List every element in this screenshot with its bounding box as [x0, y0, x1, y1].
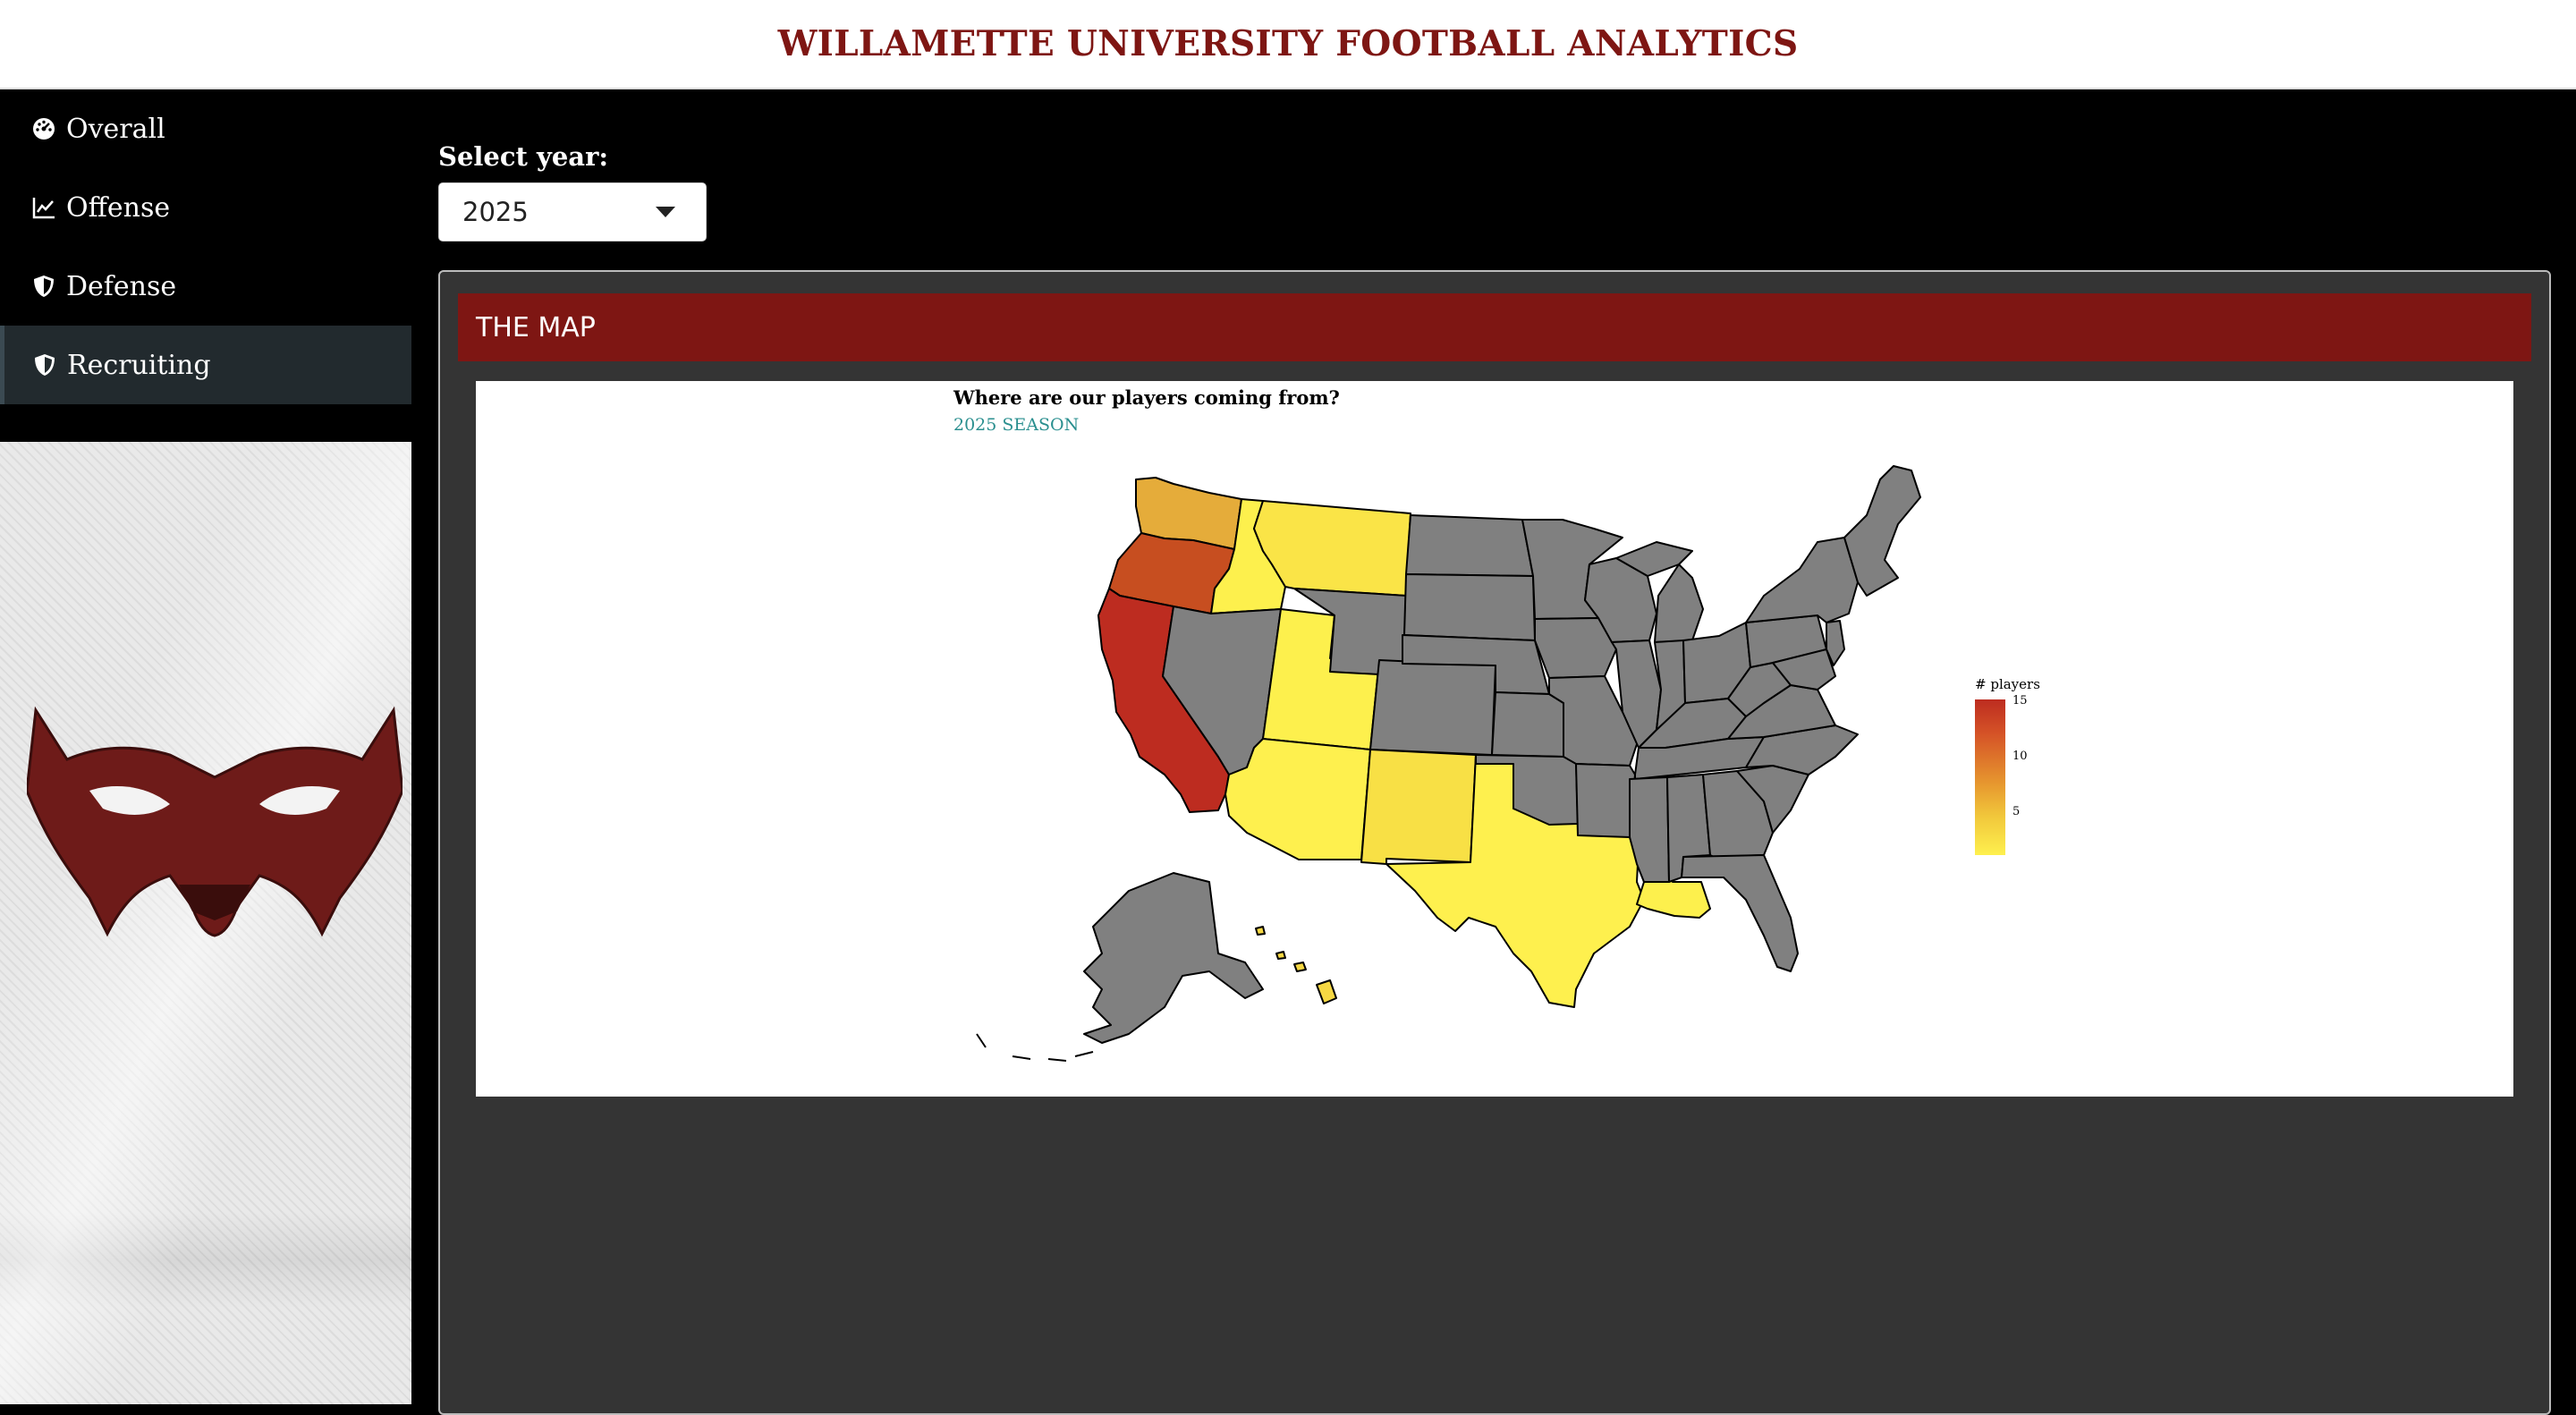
shield-icon [31, 352, 58, 378]
legend-tick-label: 15 [2012, 694, 2028, 708]
alaska-islands [976, 1033, 1094, 1062]
state-alaska [1083, 872, 1264, 1044]
app-header: WILLAMETTE UNIVERSITY FOOTBALL ANALYTICS [0, 0, 2576, 89]
legend-tick-label: 10 [2012, 750, 2028, 763]
legend-title: # players [1975, 676, 2040, 692]
state-north-dakota [1405, 514, 1534, 577]
year-select-value: 2025 [462, 197, 529, 227]
bearcat-logo [27, 706, 402, 937]
sidebar-item-label: Defense [66, 270, 177, 302]
sidebar-item-label: Recruiting [67, 349, 211, 381]
state-new-england [1843, 465, 1921, 597]
jersey-logo-image [0, 442, 411, 1404]
year-select[interactable]: 2025 [438, 182, 707, 241]
sidebar-item-overall[interactable]: Overall [0, 89, 411, 168]
gauge-icon [30, 115, 57, 142]
state-new-mexico [1360, 749, 1477, 865]
sidebar-item-recruiting[interactable]: Recruiting [0, 326, 411, 404]
app-title: WILLAMETTE UNIVERSITY FOOTBALL ANALYTICS [777, 23, 1799, 64]
panel-title: THE MAP [476, 311, 596, 343]
map-plot: Where are our players coming from? 2025 … [476, 381, 2513, 1097]
state-south-dakota [1403, 573, 1536, 641]
us-map [976, 465, 1921, 1062]
state-michigan [1654, 563, 1704, 643]
caret-down-icon [656, 207, 675, 217]
state-arkansas [1575, 763, 1636, 838]
line-chart-icon [30, 194, 57, 221]
state-kansas [1491, 691, 1564, 758]
state-hawaii [1255, 926, 1337, 1004]
map-panel: THE MAP Where are our players coming fro… [438, 270, 2551, 1415]
state-colorado [1369, 659, 1496, 756]
sidebar-item-defense[interactable]: Defense [0, 247, 411, 326]
legend-tick-label: 5 [2012, 805, 2021, 818]
year-select-label: Select year: [438, 141, 609, 172]
sidebar-item-offense[interactable]: Offense [0, 168, 411, 247]
state-new-york [1745, 537, 1859, 623]
main-content: Select year: 2025 THE MAP Where are our … [413, 89, 2576, 1415]
sidebar-item-label: Overall [66, 113, 165, 145]
legend-color-bar [1975, 699, 2005, 855]
sidebar-item-label: Offense [66, 191, 171, 224]
shield-icon [30, 273, 57, 300]
panel-header: THE MAP [458, 293, 2531, 361]
